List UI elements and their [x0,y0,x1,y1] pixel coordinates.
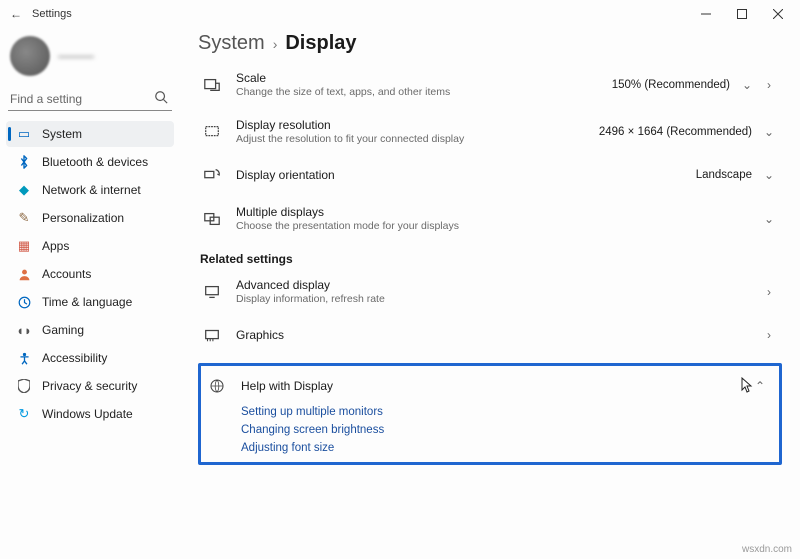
sidebar-item-label: Personalization [42,211,124,225]
chevron-up-icon: ⌃ [753,379,767,393]
resolution-value[interactable]: 2496 × 1664 (Recommended) [599,126,752,138]
orientation-icon [202,165,222,185]
sidebar-item-update[interactable]: ↻ Windows Update [6,401,174,427]
row-title: Display resolution [236,118,599,132]
sidebar-item-bluetooth[interactable]: Bluetooth & devices [6,149,174,175]
chevron-down-icon: ⌄ [740,78,754,92]
row-subtitle: Change the size of text, apps, and other… [236,86,612,98]
search-input[interactable] [8,88,172,111]
main-content: System › Display Scale Change the size o… [180,28,800,559]
row-subtitle: Choose the presentation mode for your di… [236,220,762,232]
sidebar-item-label: Accessibility [42,351,107,365]
minimize-button[interactable] [688,0,724,28]
chevron-down-icon: ⌄ [762,212,776,226]
row-title: Display orientation [236,168,696,182]
breadcrumb-parent[interactable]: System [198,32,265,55]
resolution-icon [202,122,222,142]
multiple-displays-icon [202,209,222,229]
cursor-icon [741,377,753,396]
row-help[interactable]: Help with Display ⌃ [203,368,773,400]
page-title: Display [285,32,356,55]
row-subtitle: Adjust the resolution to fit your connec… [236,133,599,145]
system-icon: ▭ [16,126,32,142]
watermark: wsxdn.com [742,544,792,555]
sidebar-item-label: Time & language [42,295,132,309]
graphics-icon [202,325,222,345]
sidebar-item-label: Accounts [42,267,91,281]
clock-icon [16,294,32,310]
shield-icon [16,378,32,394]
row-multiple-displays[interactable]: Multiple displays Choose the presentatio… [198,195,782,242]
help-link-font-size[interactable]: Adjusting font size [241,442,773,454]
row-resolution[interactable]: Display resolution Adjust the resolution… [198,108,782,155]
row-title: Multiple displays [236,205,762,219]
globe-icon [207,376,227,396]
sidebar-item-time[interactable]: Time & language [6,289,174,315]
titlebar: ← Settings [0,0,800,28]
row-graphics[interactable]: Graphics › [198,315,782,355]
sidebar-item-network[interactable]: ◆ Network & internet [6,177,174,203]
sidebar-item-label: Network & internet [42,183,141,197]
row-title: Graphics [236,328,762,342]
row-scale[interactable]: Scale Change the size of text, apps, and… [198,61,782,108]
row-advanced-display[interactable]: Advanced display Display information, re… [198,268,782,315]
chevron-right-icon: › [273,36,278,52]
gaming-icon: ◖◗ [16,322,32,338]
sidebar-item-personalization[interactable]: ✎ Personalization [6,205,174,231]
row-title: Help with Display [241,379,727,393]
sidebar-item-label: Bluetooth & devices [42,155,148,169]
chevron-right-icon: › [762,328,776,342]
chevron-right-icon: › [762,285,776,299]
brush-icon: ✎ [16,210,32,226]
sidebar-item-label: Windows Update [42,407,133,421]
sidebar: ——— ▭ System Bluetooth & devices ◆ Netwo… [0,28,180,559]
breadcrumb: System › Display [198,32,782,55]
window-title: Settings [32,8,72,20]
apps-icon: ▦ [16,238,32,254]
bluetooth-icon [16,154,32,170]
scale-icon [202,75,222,95]
sidebar-item-privacy[interactable]: Privacy & security [6,373,174,399]
profile-name: ——— [58,49,94,63]
sidebar-item-accessibility[interactable]: Accessibility [6,345,174,371]
profile[interactable]: ——— [6,32,174,86]
chevron-down-icon: ⌄ [762,125,776,139]
chevron-down-icon: ⌄ [762,168,776,182]
close-button[interactable] [760,0,796,28]
row-title: Scale [236,71,612,85]
row-orientation[interactable]: Display orientation Landscape ⌄ [198,155,782,195]
sidebar-item-apps[interactable]: ▦ Apps [6,233,174,259]
help-highlight-box: Help with Display ⌃ Setting up multiple … [198,363,782,465]
accessibility-icon [16,350,32,366]
orientation-value[interactable]: Landscape [696,169,752,181]
sidebar-item-accounts[interactable]: Accounts [6,261,174,287]
person-icon [16,266,32,282]
maximize-button[interactable] [724,0,760,28]
update-icon: ↻ [16,406,32,422]
chevron-right-icon: › [762,78,776,92]
row-title: Advanced display [236,278,762,292]
sidebar-item-label: Apps [42,239,69,253]
section-related: Related settings [200,252,782,266]
sidebar-item-label: Gaming [42,323,84,337]
sidebar-item-label: System [42,127,82,141]
sidebar-item-system[interactable]: ▭ System [6,121,174,147]
help-link-multiple-monitors[interactable]: Setting up multiple monitors [241,406,773,418]
sidebar-item-gaming[interactable]: ◖◗ Gaming [6,317,174,343]
row-subtitle: Display information, refresh rate [236,293,762,305]
sidebar-item-label: Privacy & security [42,379,137,393]
back-button[interactable]: ← [4,7,28,21]
monitor-icon [202,282,222,302]
avatar [10,36,50,76]
network-icon: ◆ [16,182,32,198]
scale-value[interactable]: 150% (Recommended) [612,79,730,91]
help-link-brightness[interactable]: Changing screen brightness [241,424,773,436]
